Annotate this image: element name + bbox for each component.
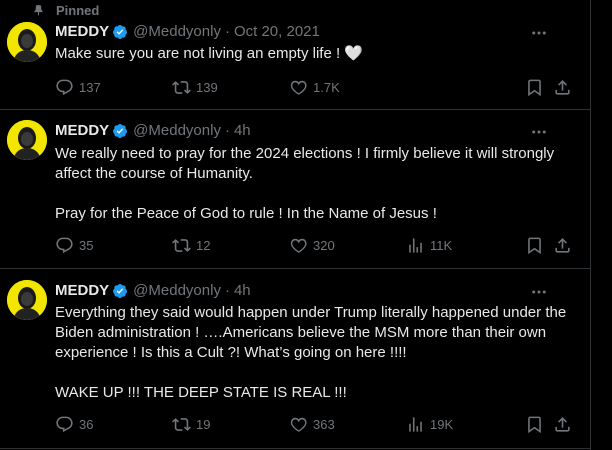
retweet-count: 12 [196, 238, 211, 253]
like-count: 363 [313, 417, 335, 432]
retweet-count: 139 [196, 80, 218, 95]
reply-button[interactable]: 137 [55, 78, 101, 97]
reply-icon [56, 79, 73, 96]
retweet-icon [172, 81, 191, 94]
separator-dot: · [224, 282, 230, 299]
retweet-button[interactable]: 19 [172, 415, 210, 434]
divider [0, 448, 590, 449]
retweet-button[interactable]: 12 [172, 236, 210, 255]
views-button[interactable]: 19K [406, 415, 453, 434]
tweet-header: MEDDY @Meddyonly · 4h [55, 122, 251, 139]
tweet-header: MEDDY @Meddyonly · 4h [55, 282, 251, 299]
pinned-label: Pinned [32, 2, 99, 18]
handle[interactable]: @Meddyonly [133, 282, 221, 299]
column-border [590, 0, 591, 450]
views-button[interactable]: 11K [406, 236, 452, 255]
like-icon [290, 238, 307, 253]
handle[interactable]: @Meddyonly [133, 122, 221, 139]
display-name[interactable]: MEDDY [55, 282, 109, 299]
retweet-icon [172, 239, 191, 252]
timestamp[interactable]: Oct 20, 2021 [234, 23, 320, 40]
timestamp[interactable]: 4h [234, 282, 251, 299]
tweet-header: MEDDY @Meddyonly · Oct 20, 2021 [55, 23, 320, 40]
retweet-count: 19 [196, 417, 211, 432]
retweet-icon [172, 418, 191, 431]
reply-count: 35 [79, 238, 94, 253]
reply-icon [56, 416, 73, 433]
tweet-actions: 35 12 320 11K [55, 236, 572, 256]
like-button[interactable]: 1.7K [289, 78, 340, 97]
tweet-actions: 137 139 1.7K [55, 78, 572, 98]
like-count: 1.7K [313, 80, 340, 95]
like-button[interactable]: 363 [289, 415, 335, 434]
like-button[interactable]: 320 [289, 236, 335, 255]
verified-badge-icon [113, 123, 128, 138]
divider [0, 268, 590, 269]
tweet-actions: 36 19 363 19K [55, 415, 572, 435]
separator-dot: · [224, 122, 230, 139]
more-icon[interactable] [530, 283, 548, 301]
bookmark-icon[interactable] [525, 78, 544, 97]
tweet-text: Make sure you are not living an empty li… [55, 45, 363, 62]
reply-count: 36 [79, 417, 94, 432]
pin-icon [34, 4, 43, 16]
bookmark-icon[interactable] [525, 415, 544, 434]
avatar[interactable] [7, 120, 47, 160]
avatar[interactable] [7, 22, 47, 62]
reply-icon [56, 237, 73, 254]
reply-count: 137 [79, 80, 101, 95]
display-name[interactable]: MEDDY [55, 122, 109, 139]
pinned-text: Pinned [56, 2, 100, 18]
share-icon[interactable] [553, 78, 572, 97]
timestamp[interactable]: 4h [234, 122, 251, 139]
retweet-button[interactable]: 139 [172, 78, 218, 97]
timeline-feed: Pinned MEDDY @Meddyonly · Oct 20, 2021 M… [0, 0, 590, 450]
views-count: 11K [430, 238, 453, 253]
tweet-text: Everything they said would happen under … [55, 304, 567, 401]
views-icon [409, 417, 422, 432]
display-name[interactable]: MEDDY [55, 23, 109, 40]
avatar[interactable] [7, 280, 47, 320]
share-icon[interactable] [553, 236, 572, 255]
divider [0, 109, 590, 110]
more-icon[interactable] [530, 123, 548, 141]
tweet-text: We really need to pray for the 2024 elec… [55, 145, 555, 222]
like-icon [290, 417, 307, 432]
share-icon[interactable] [553, 415, 572, 434]
views-count: 19K [430, 417, 454, 432]
handle[interactable]: @Meddyonly [133, 23, 221, 40]
reply-button[interactable]: 35 [55, 236, 93, 255]
like-count: 320 [313, 238, 335, 253]
more-icon[interactable] [530, 24, 548, 42]
reply-button[interactable]: 36 [55, 415, 93, 434]
bookmark-icon[interactable] [525, 236, 544, 255]
views-icon [409, 238, 422, 253]
separator-dot: · [224, 23, 230, 40]
verified-badge-icon [113, 283, 128, 298]
verified-badge-icon [113, 24, 128, 39]
like-icon [290, 80, 307, 95]
